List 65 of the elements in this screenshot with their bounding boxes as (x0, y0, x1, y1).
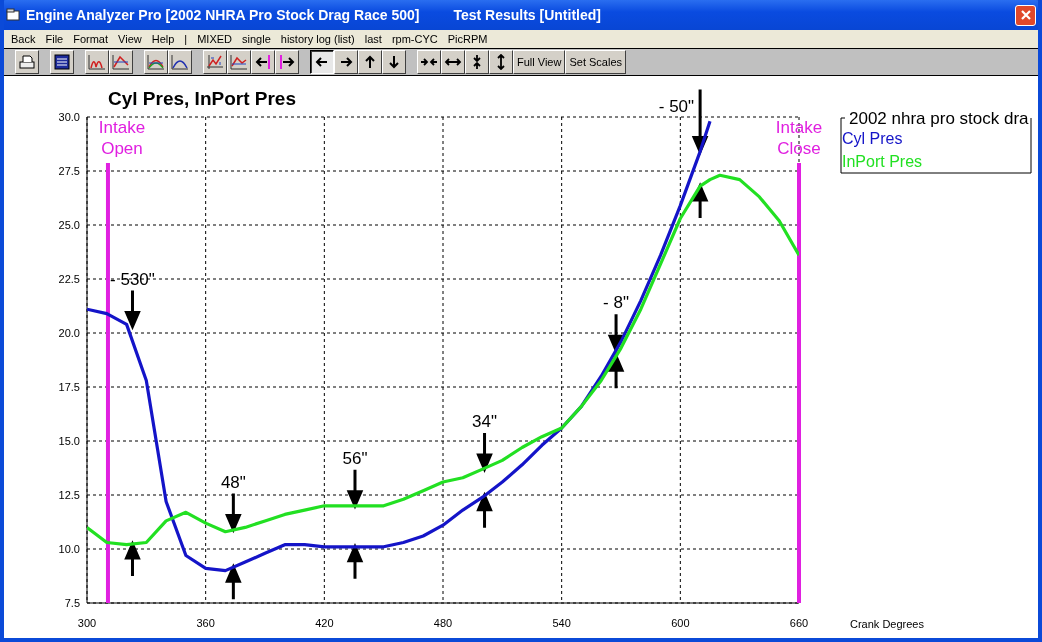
marker-arrow-icon (254, 54, 272, 70)
legend-title: 2002 nhra pro stock dra (849, 109, 1029, 128)
y-tick-label: 20.0 (58, 327, 80, 339)
x-tick-label: 300 (77, 617, 97, 629)
marker-label: Intake Open (98, 118, 146, 158)
toolbar-button[interactable]: Full View (513, 50, 566, 74)
menu-item[interactable]: Back (6, 33, 41, 45)
menu-item[interactable]: Help (146, 33, 180, 45)
window-title: Engine Analyzer Pro [2002 NHRA Pro Stock Drag Race 500] (26, 7, 420, 23)
annotation-label: 48" (220, 472, 246, 492)
graph-icon (112, 54, 130, 70)
marker-label: Intake Close (775, 118, 823, 158)
menu-item[interactable]: Format (68, 33, 114, 45)
up-arrow (692, 182, 708, 220)
y-tick-label: 12.5 (58, 489, 80, 501)
window-subtitle: Test Results [Untitled] (453, 7, 601, 23)
close-icon (1019, 9, 1032, 21)
menu-item[interactable]: MIXED (192, 33, 238, 45)
close-button[interactable] (1015, 4, 1036, 26)
x-tick-label: 420 (315, 617, 334, 629)
y-tick-label: 27.5 (58, 165, 80, 177)
toolbar-button[interactable] (310, 50, 334, 74)
menu-item[interactable]: View (113, 33, 147, 45)
x-tick-label: 480 (433, 617, 453, 629)
menu-item[interactable]: rpm-CYC (386, 33, 443, 45)
legend-item: Cyl Pres (842, 130, 903, 147)
annotation-label: - 530" (110, 269, 155, 289)
marker-arrow-icon (278, 54, 296, 70)
leader-line (125, 289, 140, 331)
window-icon (6, 8, 20, 22)
x-tick-label: 660 (789, 617, 809, 629)
menu-item[interactable]: single (237, 33, 276, 45)
annotation-label: - 50" (658, 96, 695, 116)
annotation-label: - 8" (603, 293, 629, 313)
y-tick-label: 7.5 (64, 597, 80, 609)
graph-icon (147, 54, 165, 70)
legend-item: InPort Pres (842, 153, 923, 170)
toolbar-button[interactable]: Set Scales (565, 50, 627, 74)
menu-item[interactable]: PicRPM (442, 33, 493, 45)
y-tick-label: 22.5 (58, 273, 80, 285)
y-tick-label: 10.0 (58, 543, 80, 555)
graph-icon (206, 54, 224, 70)
menu-item[interactable]: last (359, 33, 387, 45)
x-axis-label: Crank Degrees (850, 618, 924, 630)
menu-item[interactable]: File (40, 33, 69, 45)
up-arrow (225, 563, 241, 601)
menu-item[interactable]: history log (list) (275, 33, 360, 45)
annotation-label: 56" (342, 448, 368, 468)
graph-icon (230, 54, 248, 70)
x-tick-label: 540 (552, 617, 571, 629)
x-tick-label: 360 (196, 617, 215, 629)
y-tick-label: 15.0 (58, 435, 80, 447)
y-tick-label: 30.0 (58, 111, 80, 123)
monitor-icon (53, 54, 71, 70)
graph-icon (88, 54, 106, 70)
leader-line (477, 431, 493, 473)
up-arrow (477, 491, 493, 530)
x-tick-label: 600 (671, 617, 690, 629)
y-tick-label: 17.5 (58, 381, 80, 393)
graph-icon (171, 54, 189, 70)
chart-title: Cyl Pres, InPort Pres (108, 88, 296, 109)
annotation-label: 34" (472, 412, 497, 432)
menu-item[interactable]: | (179, 33, 193, 45)
printer-icon (18, 54, 36, 70)
y-tick-label: 25.0 (58, 219, 80, 231)
